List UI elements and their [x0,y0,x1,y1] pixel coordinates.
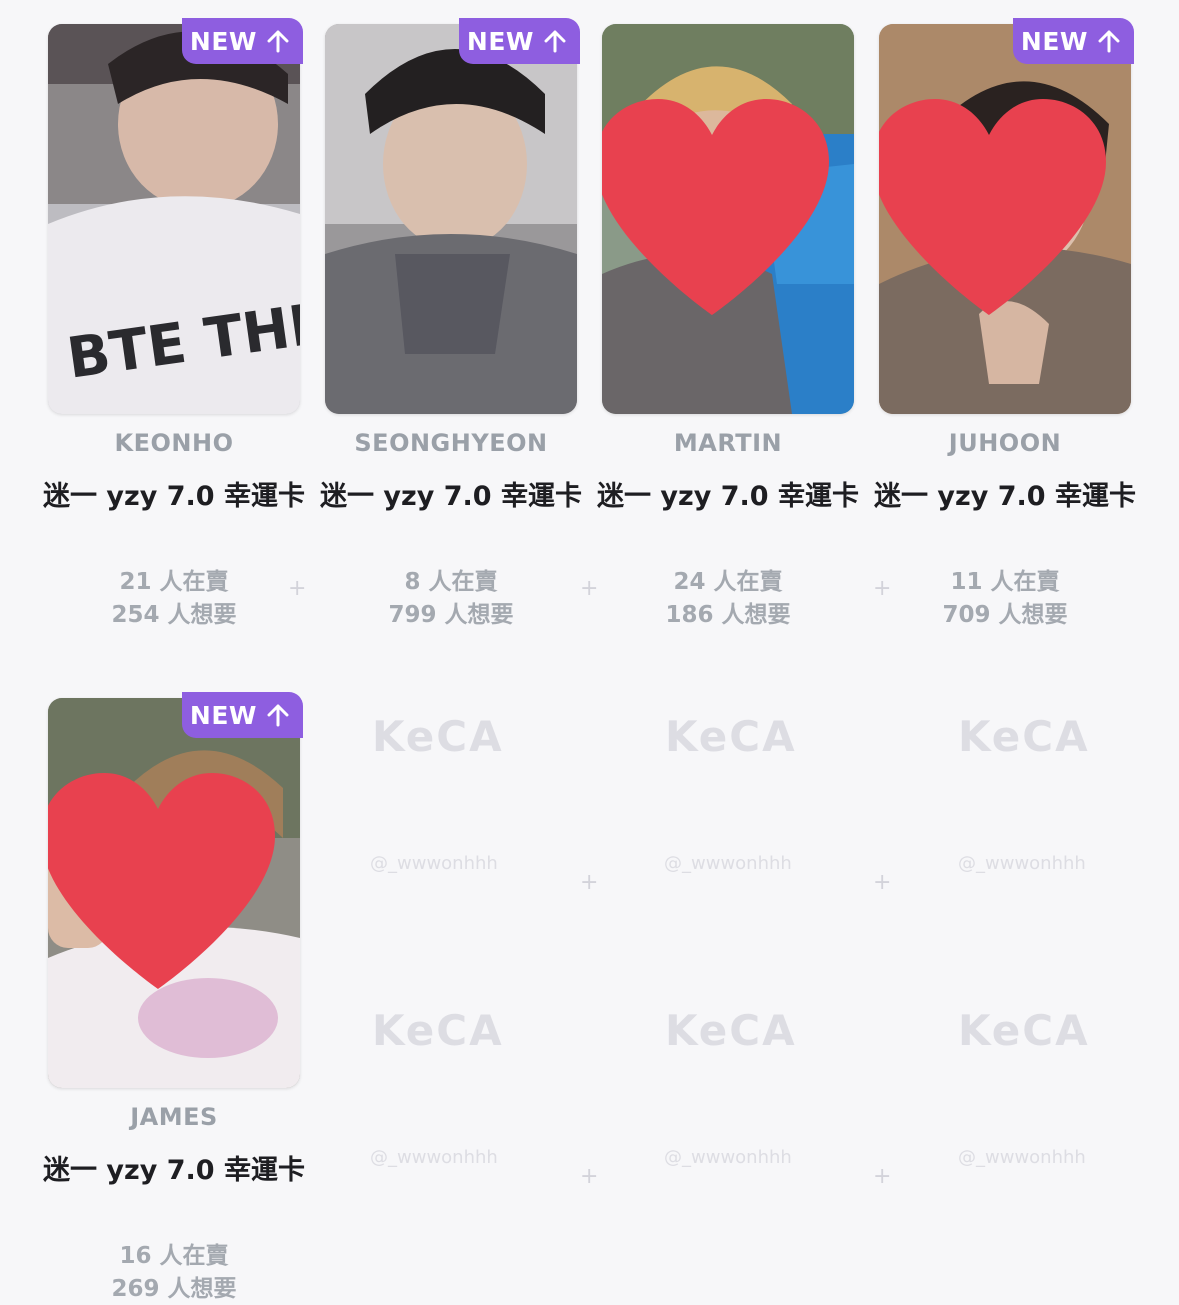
new-badge-label: NEW [189,26,257,56]
card-selling-count: 16 人在賣 [119,1243,229,1269]
new-badge-label: NEW [1020,26,1088,56]
card-wanting-count: 799 人想要 [388,602,514,628]
arrow-up-icon [544,30,566,53]
heart-icon[interactable] [48,698,284,1076]
card-member-name: JAMES [130,1103,218,1131]
new-badge: NEW [181,692,303,738]
card-member-name: KEONHO [114,429,234,457]
card-selling-count: 8 人在賣 [404,569,498,595]
card-member-name: SEONGHYEON [354,429,548,457]
card-title[interactable]: 迷一 yzy 7.0 幸運卡 [38,1150,310,1192]
arrow-up-icon [1098,30,1120,53]
heart-icon[interactable] [602,24,838,402]
card-photo[interactable]: BTE THE [48,24,300,414]
card-grid: BTE THE NEW KEONHO 迷一 yzy 7.0 幸運卡 21 人在賣… [0,0,1179,1305]
card-photo[interactable] [602,24,854,414]
card-photo[interactable] [325,24,577,414]
photo-image: BTE THE [48,24,300,414]
heart-icon[interactable] [879,24,1115,402]
card-photo[interactable] [48,698,300,1088]
new-badge-label: NEW [466,26,534,56]
card-title[interactable]: 迷一 yzy 7.0 幸運卡 [38,476,310,518]
arrow-up-icon [267,30,289,53]
card-wanting-count: 709 人想要 [942,602,1068,628]
card-selling-count: 11 人在賣 [950,569,1060,595]
card-selling-count: 21 人在賣 [119,569,229,595]
card-member-name: JUHOON [948,429,1062,457]
card-title[interactable]: 迷一 yzy 7.0 幸運卡 [592,476,864,518]
new-badge-label: NEW [189,700,257,730]
card-member-name: MARTIN [673,429,783,457]
card-wanting-count: 186 人想要 [665,602,791,628]
new-badge: NEW [181,18,303,64]
photo-image [325,24,577,414]
arrow-up-icon [267,704,289,727]
new-badge: NEW [458,18,580,64]
card-title[interactable]: 迷一 yzy 7.0 幸運卡 [315,476,587,518]
card-wanting-count: 269 人想要 [111,1276,237,1302]
new-badge: NEW [1012,18,1134,64]
card-wanting-count: 254 人想要 [111,602,237,628]
card-photo[interactable] [879,24,1131,414]
card-title[interactable]: 迷一 yzy 7.0 幸運卡 [869,476,1141,518]
card-selling-count: 24 人在賣 [673,569,783,595]
